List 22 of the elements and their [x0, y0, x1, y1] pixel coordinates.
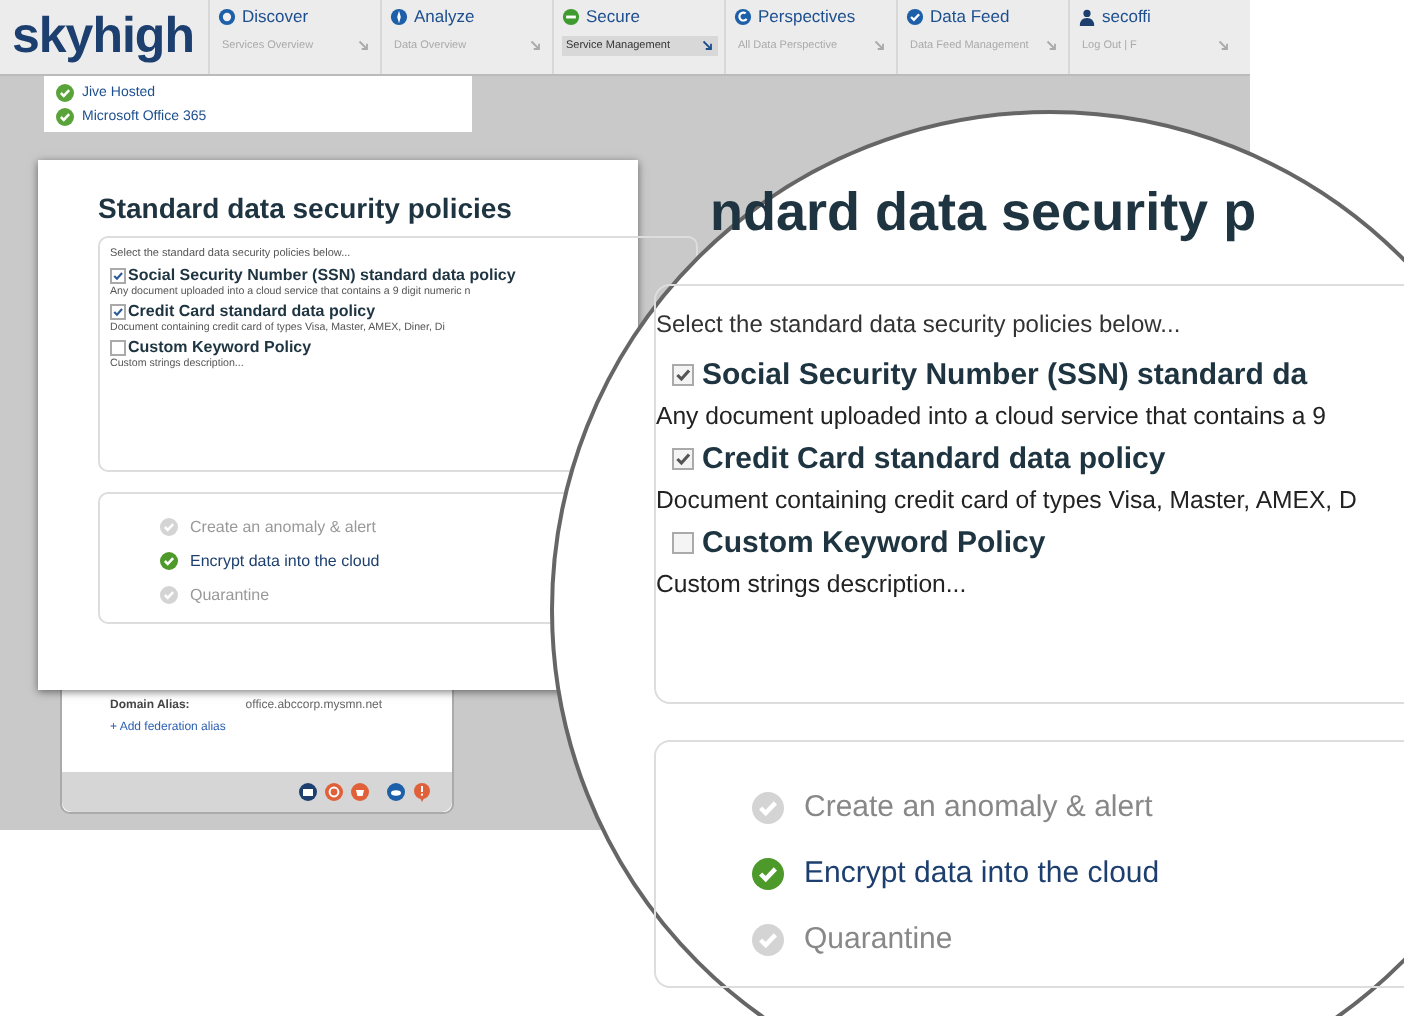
policy-name: Credit Card standard data policy: [128, 302, 376, 320]
policy-name: Social Security Number (SSN) standard data policy: [128, 266, 516, 284]
policy-description: Custom strings description...: [656, 570, 969, 598]
action-option[interactable]: Quarantine: [804, 922, 953, 956]
nav-tab[interactable]: Analyze: [414, 6, 475, 26]
policy-description: Document containing credit card of types Visa, Master, AMEX, D: [656, 486, 1359, 514]
nav-tab[interactable]: Perspectives: [758, 6, 856, 26]
action-option[interactable]: Encrypt data into the cloud: [190, 552, 380, 570]
nav-tab[interactable]: Data Feed: [930, 6, 1010, 26]
skyhigh-logo: skyhigh: [10, 6, 196, 68]
dialog-title: Standard data security policies: [98, 192, 514, 224]
policy-name: Custom Keyword Policy: [702, 526, 1046, 560]
policy-name: Credit Card standard data policy: [702, 442, 1166, 476]
nav-tab[interactable]: Secure: [586, 6, 640, 26]
policy-name: Social Security Number (SSN) standard da: [702, 358, 1308, 392]
policy-name: Custom Keyword Policy: [128, 338, 312, 356]
nav-tab[interactable]: Discover: [242, 6, 309, 26]
nav-tab[interactable]: secoffi: [1102, 6, 1151, 26]
policy-description: Any document uploaded into a cloud service that contains a 9: [656, 402, 1328, 430]
instruction-text: Select the standard data security policies below...: [656, 310, 1183, 338]
action-option[interactable]: Encrypt data into the cloud: [804, 856, 1160, 890]
action-option[interactable]: Create an anomaly & alert: [804, 790, 1153, 824]
